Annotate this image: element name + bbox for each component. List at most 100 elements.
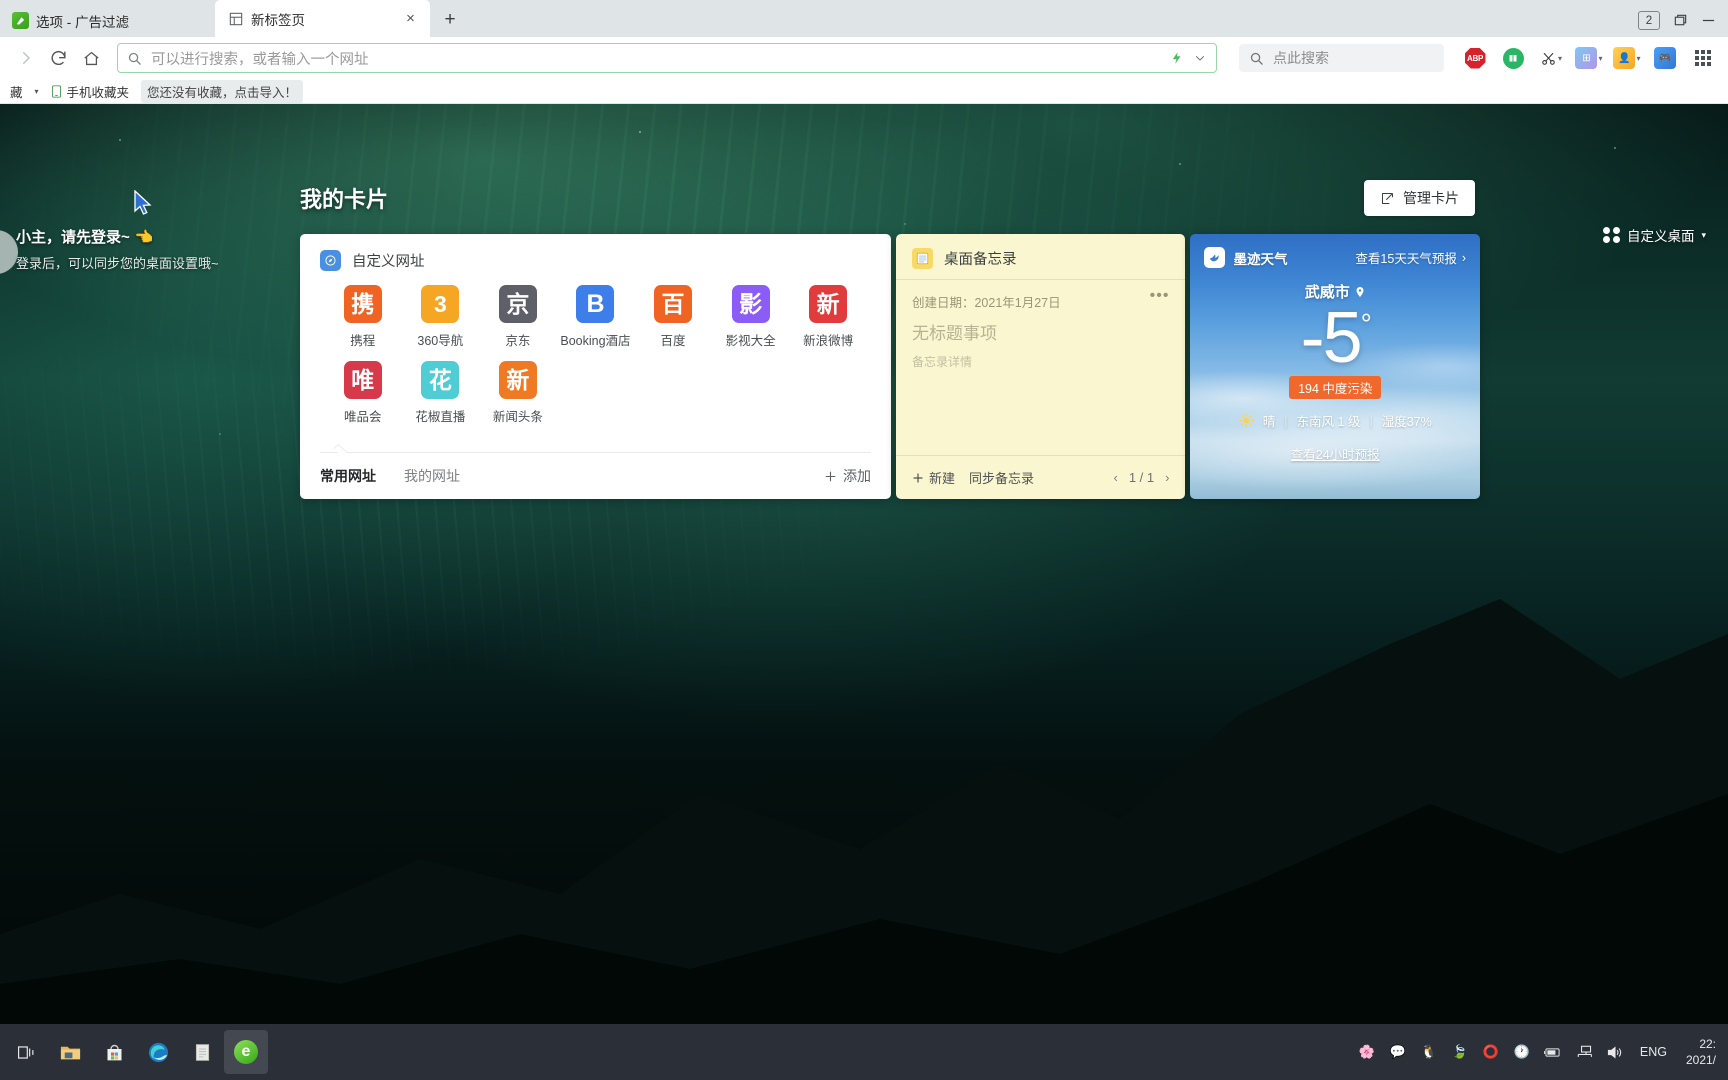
- clock[interactable]: 22: 2021/: [1686, 1036, 1720, 1068]
- clock-date: 2021/: [1685, 1053, 1716, 1067]
- memo-body[interactable]: 创建日期：2021年1月27日 ••• 无标题事项 备忘录详情: [912, 280, 1170, 370]
- site-shortcut[interactable]: 花 花椒直播: [402, 361, 480, 425]
- site-shortcut[interactable]: 新 新浪微博: [789, 285, 867, 349]
- site-shortcut[interactable]: 京 京东: [479, 285, 557, 349]
- address-bar[interactable]: 可以进行搜索，或者输入一个网址: [117, 43, 1217, 73]
- login-hint[interactable]: 小主，请先登录~ 👈 登录后，可以同步您的桌面设置哦~: [16, 226, 219, 272]
- chevron-down-icon[interactable]: ▾: [1558, 54, 1562, 63]
- edit-square-icon: [1380, 191, 1395, 206]
- cards-header: 我的卡片 管理卡片: [300, 180, 1475, 216]
- chevron-down-icon[interactable]: ▾: [1636, 54, 1640, 63]
- weather-24h-link[interactable]: 查看24小时预报: [1204, 444, 1466, 463]
- site-label: 花椒直播: [415, 410, 466, 424]
- pointing-hand-icon: 👈: [134, 228, 154, 246]
- chevron-down-icon[interactable]: ▾: [1598, 54, 1602, 63]
- manage-cards-label: 管理卡片: [1403, 190, 1459, 206]
- phone-icon: [51, 84, 62, 98]
- taskbar: e 🌸 💬 🐧 🍃 ⭕ 🕐 ENG 22: 2021/: [0, 1024, 1728, 1080]
- tab-count-badge[interactable]: 2: [1638, 11, 1660, 30]
- taskbar-app-notepad[interactable]: [180, 1030, 224, 1074]
- lightning-icon[interactable]: [1170, 51, 1184, 65]
- home-button[interactable]: [76, 41, 107, 75]
- site-shortcut[interactable]: 3 360导航: [402, 285, 480, 349]
- weather-card-header: 墨迹天气 查看15天天气预报 ›: [1204, 247, 1466, 268]
- language-indicator[interactable]: ENG: [1640, 1045, 1667, 1059]
- search-input[interactable]: 点此搜索: [1239, 44, 1444, 72]
- tab-my-urls[interactable]: 我的网址: [404, 466, 460, 486]
- site-shortcut[interactable]: 影 影视大全: [712, 285, 790, 349]
- flower-tray-icon[interactable]: 🌸: [1357, 1042, 1377, 1062]
- site-shortcut[interactable]: 唯 唯品会: [324, 361, 402, 425]
- network-icon[interactable]: [1574, 1042, 1594, 1062]
- bookmark-overflow[interactable]: 藏: [4, 80, 29, 103]
- minimize-icon[interactable]: [1701, 13, 1716, 28]
- site-shortcut[interactable]: B Booking酒店: [557, 285, 635, 349]
- memo-sync-button[interactable]: 同步备忘录: [969, 468, 1034, 487]
- task-view-icon[interactable]: [4, 1030, 48, 1074]
- footer-notch: [333, 443, 348, 458]
- plus-icon: [824, 470, 837, 483]
- green-shield-extension-icon[interactable]: [1498, 43, 1528, 73]
- taskbar-app-microsoft-store[interactable]: [92, 1030, 136, 1074]
- sun-icon: [1239, 413, 1254, 428]
- bookmark-mobile-folder[interactable]: 手机收藏夹: [45, 80, 136, 103]
- chevron-down-icon[interactable]: ▾: [35, 87, 39, 96]
- browser-tab-options[interactable]: 选项 - 广告过滤: [0, 4, 215, 37]
- custom-urls-card-header: 自定义网址: [320, 250, 871, 271]
- adblock-plus-icon[interactable]: ABP: [1460, 43, 1490, 73]
- ellipsis-icon[interactable]: •••: [1150, 288, 1170, 304]
- green-circle-shape: [1502, 47, 1524, 69]
- reload-button[interactable]: [43, 41, 74, 75]
- customize-desktop-button[interactable]: 自定义桌面 ▾: [1603, 225, 1706, 245]
- volume-icon[interactable]: [1605, 1042, 1625, 1062]
- clock-tray-icon[interactable]: 🕐: [1512, 1042, 1532, 1062]
- chevron-left-icon[interactable]: ‹: [1114, 470, 1118, 485]
- manage-cards-button[interactable]: 管理卡片: [1364, 180, 1475, 216]
- new-tab-button[interactable]: +: [436, 6, 464, 34]
- custom-urls-card-title: 自定义网址: [352, 254, 425, 270]
- account-extension-icon[interactable]: 👤 ▾: [1612, 43, 1642, 73]
- restore-icon[interactable]: [1673, 13, 1688, 28]
- qq-tray-icon[interactable]: 🐧: [1419, 1042, 1439, 1062]
- site-icon: 京: [498, 285, 537, 323]
- forward-button[interactable]: [10, 41, 41, 75]
- site-icon: 花: [421, 361, 460, 399]
- taskbar-app-browser-360[interactable]: e: [224, 1030, 268, 1074]
- browser-tab-newtab[interactable]: 新标签页 ×: [215, 0, 430, 37]
- site-label: Booking酒店: [560, 334, 631, 348]
- thunder-tray-icon[interactable]: ⭕: [1481, 1042, 1501, 1062]
- weather-brand: 墨迹天气: [1204, 247, 1287, 268]
- memo-card-title: 桌面备忘录: [943, 252, 1017, 268]
- site-icon: 新: [498, 361, 537, 399]
- memo-new-button[interactable]: 新建: [912, 468, 955, 487]
- taskbar-app-edge-browser[interactable]: [136, 1030, 180, 1074]
- add-site-button[interactable]: 添加: [824, 466, 871, 486]
- scissors-capture-icon[interactable]: ▾: [1536, 43, 1566, 73]
- bookmark-import-hint[interactable]: 您还没有收藏，点击导入！: [141, 79, 304, 103]
- wechat-tray-icon[interactable]: 💬: [1388, 1042, 1408, 1062]
- puzzle-extension-icon[interactable]: ⊞ ▾: [1574, 43, 1604, 73]
- chevron-down-icon[interactable]: [1193, 51, 1207, 65]
- site-shortcut[interactable]: 百 百度: [634, 285, 712, 349]
- chevron-down-icon[interactable]: ▾: [1701, 230, 1706, 241]
- battery-icon[interactable]: [1543, 1042, 1563, 1062]
- search-icon: [1249, 51, 1264, 66]
- site-icon: 新: [809, 285, 848, 323]
- site-shortcut[interactable]: 携 携程: [324, 285, 402, 349]
- search-input-placeholder: 点此搜索: [1273, 50, 1329, 66]
- plus-icon: [912, 472, 924, 484]
- grid-four-dots-icon: [1603, 226, 1620, 244]
- close-icon[interactable]: ×: [401, 9, 420, 28]
- apps-grid-icon[interactable]: [1688, 43, 1718, 73]
- weather-15day-link[interactable]: 查看15天天气预报 ›: [1355, 248, 1466, 267]
- chevron-right-icon[interactable]: ›: [1165, 470, 1169, 485]
- tab-common-urls[interactable]: 常用网址: [320, 466, 376, 486]
- taskbar-app-file-explorer[interactable]: [48, 1030, 92, 1074]
- green-app-tray-icon[interactable]: 🍃: [1450, 1042, 1470, 1062]
- site-label: 百度: [660, 334, 686, 348]
- site-label: 影视大全: [725, 334, 776, 348]
- location-pin-icon[interactable]: [1354, 286, 1366, 298]
- site-shortcut[interactable]: 新 新闻头条: [479, 361, 557, 425]
- game-square-shape: 🎮: [1654, 47, 1676, 69]
- game-extension-icon[interactable]: 🎮: [1650, 43, 1680, 73]
